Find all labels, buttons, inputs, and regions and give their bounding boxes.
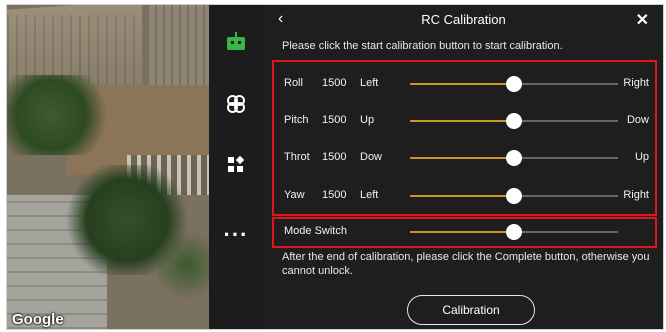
slider-track: [514, 120, 618, 122]
channel-max-label: Right: [623, 189, 649, 201]
mode-switch-label: Mode Switch: [284, 225, 347, 237]
channel-slider[interactable]: [410, 150, 618, 166]
slider-track: [514, 157, 618, 159]
slider-fill: [410, 120, 514, 122]
slider-knob[interactable]: [506, 150, 522, 166]
channel-max-label: Up: [634, 151, 649, 163]
channel-min-label: Left: [360, 77, 379, 89]
close-icon[interactable]: ✕: [636, 10, 649, 30]
page-title: RC Calibration: [421, 12, 506, 27]
channel-slider[interactable]: [410, 188, 618, 204]
slider-knob[interactable]: [506, 113, 522, 129]
channel-name: Pitch: [284, 114, 309, 126]
map-texture: [147, 5, 209, 90]
map-trees: [7, 75, 117, 155]
channel-min-label: Up: [360, 114, 375, 126]
channel-name: Throt: [284, 151, 310, 163]
stick-channels-group: Roll 1500 Left Right Pitch 1500 Up Dow T…: [272, 60, 657, 216]
more-icon[interactable]: ···: [224, 223, 248, 247]
app-window: Google ··· ‹ RC Calibration ✕ Please cli…: [6, 4, 664, 330]
channel-value: 1500: [322, 151, 347, 163]
mode-switch-slider[interactable]: [410, 224, 618, 240]
slider-fill: [410, 83, 514, 85]
slider-fill: [410, 195, 514, 197]
slider-fill: [410, 231, 514, 233]
side-toolbar: ···: [209, 5, 264, 329]
channel-value: 1500: [322, 77, 347, 89]
slider-knob[interactable]: [506, 188, 522, 204]
channel-min-label: Left: [360, 189, 379, 201]
mode-switch-row: Mode Switch: [274, 222, 655, 242]
slider-fill: [410, 157, 514, 159]
map-trees: [157, 225, 209, 305]
channel-value: 1500: [322, 114, 347, 126]
slider-track: [514, 195, 618, 197]
drone-icon[interactable]: [224, 92, 248, 116]
channel-max-label: Dow: [626, 114, 649, 126]
slider-knob[interactable]: [506, 76, 522, 92]
channel-min-label: Dow: [360, 151, 383, 163]
channel-max-label: Right: [623, 77, 649, 89]
channel-value: 1500: [322, 189, 347, 201]
channel-slider[interactable]: [410, 113, 618, 129]
channel-slider[interactable]: [410, 76, 618, 92]
map-view[interactable]: Google: [7, 5, 209, 329]
google-attribution: Google: [12, 311, 64, 328]
channel-name: Yaw: [284, 189, 305, 201]
slider-track: [514, 231, 618, 233]
channel-row-yaw: Yaw 1500 Left Right: [274, 186, 655, 206]
channel-row-throttle: Throt 1500 Dow Up: [274, 148, 655, 168]
channel-name: Roll: [284, 77, 303, 89]
instruction-text: Please click the start calibration butto…: [282, 40, 563, 52]
panel-header: ‹ RC Calibration ✕: [264, 5, 663, 35]
mode-switch-group: Mode Switch: [272, 217, 657, 248]
completion-note: After the end of calibration, please cli…: [282, 251, 650, 277]
channel-row-roll: Roll 1500 Left Right: [274, 74, 655, 94]
calibration-button[interactable]: Calibration: [407, 295, 535, 325]
channel-row-pitch: Pitch 1500 Up Dow: [274, 111, 655, 131]
widgets-icon[interactable]: [224, 153, 248, 177]
rc-calibration-panel: ‹ RC Calibration ✕ Please click the star…: [264, 5, 663, 329]
slider-knob[interactable]: [506, 224, 522, 240]
robot-icon[interactable]: [224, 31, 248, 55]
slider-track: [514, 83, 618, 85]
